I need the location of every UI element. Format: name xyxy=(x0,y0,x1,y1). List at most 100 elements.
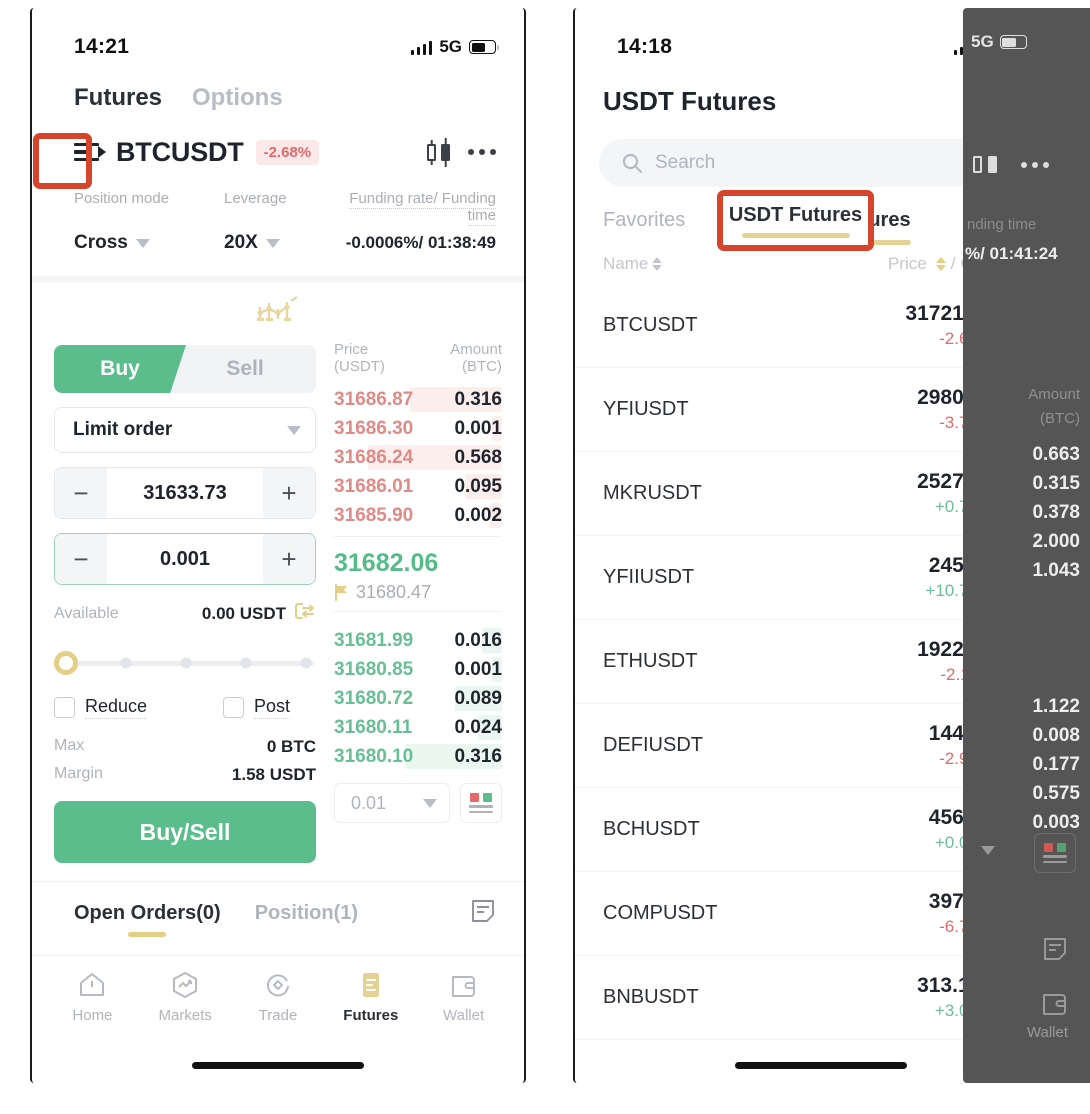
depth-view-toggle-icon[interactable] xyxy=(460,783,502,823)
more-options-icon[interactable] xyxy=(468,149,496,155)
price-input[interactable]: 31633.73 xyxy=(107,468,263,518)
nav-futures[interactable]: Futures xyxy=(324,970,417,1024)
nav-home[interactable]: Home xyxy=(46,970,139,1024)
screenshot-root: 14:21 5G Futures Options BTCUSDT -2.68% … xyxy=(0,0,1090,1114)
nav-futures-label: Futures xyxy=(343,1007,399,1024)
tab-favorites[interactable]: Favorites xyxy=(603,209,685,232)
dim-funding-label: nding time xyxy=(967,216,1037,233)
ask-rows: 31686.87 0.316 31686.30 0.001 31686.24 0.568 3… xyxy=(334,385,502,530)
buy-tab[interactable]: Buy xyxy=(54,345,186,393)
orderbook-amount: 0.001 xyxy=(454,658,502,680)
home-indicator xyxy=(192,1062,364,1069)
pair-list-menu-icon[interactable] xyxy=(74,135,108,169)
tick-size-select[interactable]: 0.01 xyxy=(334,783,450,823)
divider xyxy=(334,611,502,612)
position-mode-select[interactable]: Cross xyxy=(74,232,224,254)
margin-value: 1.58 USDT xyxy=(231,765,316,784)
orderbook-amount: 0.316 xyxy=(454,388,502,410)
dim-order-history-icon xyxy=(1042,936,1068,967)
chevron-down-icon xyxy=(135,238,150,248)
orderbook-price: 31686.87 xyxy=(334,388,414,410)
orderbook-row[interactable]: 31685.90 0.002 xyxy=(334,501,502,530)
chevron-down-icon xyxy=(265,238,280,248)
dim-amount: 0.008 xyxy=(1032,725,1080,746)
orderbook-row[interactable]: 31680.11 0.024 xyxy=(334,713,502,742)
coin-name: YFIUSDT xyxy=(603,398,689,420)
position-mode-label: Position mode xyxy=(74,190,170,207)
dim-depth-icon xyxy=(1034,833,1076,873)
search-icon xyxy=(622,153,643,174)
coin-name: MKRUSDT xyxy=(603,482,702,504)
orderbook-amount: 0.016 xyxy=(454,629,502,651)
amount-unit: (BTC) xyxy=(462,358,502,375)
orderbook-row[interactable]: 31686.30 0.001 xyxy=(334,414,502,443)
orderbook-row[interactable]: 31680.72 0.089 xyxy=(334,684,502,713)
nav-trade[interactable]: Trade xyxy=(232,970,325,1024)
nav-markets[interactable]: Markets xyxy=(139,970,232,1024)
last-price: 31682.06 xyxy=(334,549,439,577)
info-values-row: Cross 20X -0.0006%/ 01:38:49 xyxy=(32,224,524,254)
orderbook-row[interactable]: 31686.01 0.095 xyxy=(334,472,502,501)
info-labels-row: Position mode Leverage Funding rate/ Fun… xyxy=(32,176,524,226)
signal-bars-icon xyxy=(410,40,433,55)
left-phone-screen: 14:21 5G Futures Options BTCUSDT -2.68% … xyxy=(32,8,524,1083)
symbol-name[interactable]: BTCUSDT xyxy=(116,137,244,168)
sort-icon[interactable] xyxy=(652,257,663,271)
price-increment-button[interactable]: + xyxy=(263,468,315,518)
post-checkbox[interactable]: Post xyxy=(222,696,316,719)
max-row: Max 0 BTC xyxy=(54,737,316,757)
amount-increment-button[interactable]: + xyxy=(263,534,315,584)
name-column-header[interactable]: Name xyxy=(603,254,648,274)
highlight-tab-content[interactable]: USDT Futures xyxy=(726,198,865,243)
status-indicators: 5G xyxy=(410,37,499,57)
bid-rows: 31681.99 0.016 31680.85 0.001 31680.72 0.089 3… xyxy=(334,626,502,771)
amount-slider[interactable] xyxy=(54,651,316,675)
reduce-checkbox[interactable]: Reduce xyxy=(54,696,148,719)
left-phone-frame: 14:21 5G Futures Options BTCUSDT -2.68% … xyxy=(30,8,526,1083)
orderbook-row[interactable]: 31681.99 0.016 xyxy=(334,626,502,655)
orderbook-row[interactable]: 31686.87 0.316 xyxy=(334,385,502,414)
coin-name: YFIIUSDT xyxy=(603,566,695,588)
order-history-icon[interactable] xyxy=(470,898,496,929)
status-time: 14:21 xyxy=(74,35,130,58)
orderbook-controls: 0.01 xyxy=(334,783,502,823)
sort-icon[interactable] xyxy=(935,257,946,271)
flag-icon xyxy=(335,584,347,601)
orderbook-price: 31686.01 xyxy=(334,475,414,497)
slider-thumb[interactable] xyxy=(54,651,78,675)
order-type-select[interactable]: Limit order xyxy=(54,407,316,453)
transfer-icon[interactable] xyxy=(294,601,316,626)
tab-open-orders[interactable]: Open Orders(0) xyxy=(74,902,221,937)
price-unit: (USDT) xyxy=(334,358,385,375)
orderbook-row[interactable]: 31686.24 0.568 xyxy=(334,443,502,472)
section-divider xyxy=(32,276,524,283)
futures-icon xyxy=(362,973,379,997)
index-price-row: 31680.47 xyxy=(334,582,502,603)
dim-more-icon xyxy=(1021,162,1049,168)
amount-input[interactable]: 0.001 xyxy=(107,534,263,584)
price-column-header[interactable]: Price xyxy=(888,254,927,274)
available-value: 0.00 USDT xyxy=(201,603,286,623)
tab-options[interactable]: Options xyxy=(192,84,283,112)
amount-stepper[interactable]: − 0.001 + xyxy=(54,533,316,585)
leverage-value: 20X xyxy=(224,232,258,253)
price-stepper[interactable]: − 31633.73 + xyxy=(54,467,316,519)
nav-wallet-label: Wallet xyxy=(443,1007,485,1024)
slider-step xyxy=(180,657,192,669)
dim-battery-icon xyxy=(999,35,1027,49)
leverage-select[interactable]: 20X xyxy=(224,232,344,254)
submit-order-button[interactable]: Buy/Sell xyxy=(54,801,316,863)
nav-wallet[interactable]: Wallet xyxy=(417,970,510,1024)
orderbook-row[interactable]: 31680.85 0.001 xyxy=(334,655,502,684)
chart-loading-icon xyxy=(257,296,298,321)
index-price: 31680.47 xyxy=(356,582,432,602)
margin-label: Margin xyxy=(54,765,103,782)
price-decrement-button[interactable]: − xyxy=(55,468,107,518)
orderbook-row[interactable]: 31680.10 0.316 xyxy=(334,742,502,771)
candlestick-chart-icon[interactable] xyxy=(427,138,450,166)
amount-column-header: Amount xyxy=(450,341,502,358)
active-tab-underline xyxy=(128,932,167,937)
tab-position[interactable]: Position(1) xyxy=(255,902,358,925)
tab-futures[interactable]: Futures xyxy=(74,84,162,112)
amount-decrement-button[interactable]: − xyxy=(55,534,107,584)
